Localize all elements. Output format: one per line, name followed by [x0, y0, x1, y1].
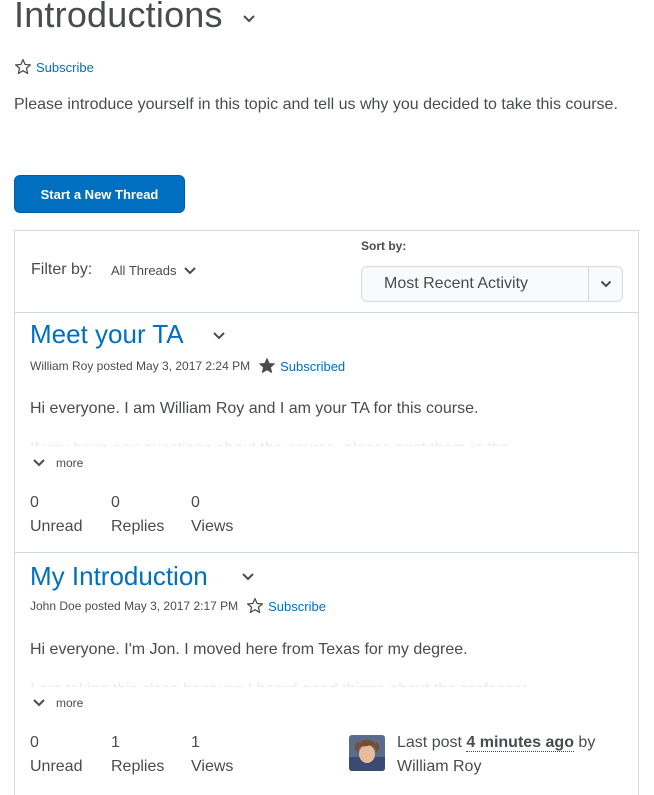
last-post-text: Last post 4 minutes ago by William Roy [397, 731, 595, 779]
stat-value: 1 [111, 734, 120, 751]
stat-label: Unread [30, 758, 83, 775]
stat-value: 0 [30, 494, 39, 511]
last-post-prefix: Last post [397, 734, 462, 751]
more-toggle[interactable]: more [32, 696, 83, 710]
avatar-image [349, 735, 385, 771]
stat-value: 0 [30, 734, 39, 751]
stat-replies: 1 Replies [111, 731, 164, 779]
stat-label: Views [191, 518, 234, 535]
subscribed-link[interactable]: Subscribed [280, 359, 345, 374]
stat-unread: 0 Unread [30, 731, 82, 779]
last-post-time-link[interactable]: 4 minutes ago [466, 734, 574, 752]
filter-value: All Threads [111, 263, 177, 278]
divider [15, 312, 638, 313]
sort-label: Sort by: [361, 239, 407, 253]
topic-description: Please introduce yourself in this topic … [14, 96, 618, 113]
thread-meta: William Roy posted May 3, 2017 2:24 PM S… [30, 357, 345, 375]
thread-author-date: John Doe posted May 3, 2017 2:17 PM [30, 599, 239, 613]
thread-body: Hi everyone. I am William Roy and I am y… [30, 400, 479, 417]
thread-title-link[interactable]: Meet your TA [30, 319, 184, 350]
more-label: more [56, 456, 84, 470]
last-post-info: Last post 4 minutes ago by William Roy [349, 731, 595, 779]
thread-author-date: William Roy posted May 3, 2017 2:24 PM [30, 359, 251, 373]
thread-title-link[interactable]: My Introduction [30, 561, 208, 592]
stat-unread: 0 Unread [30, 491, 82, 539]
sort-value: Most Recent Activity [384, 275, 529, 292]
chevron-down-icon [33, 459, 45, 467]
last-post-author: William Roy [397, 758, 482, 775]
stat-value: 1 [191, 734, 200, 751]
subscribe-link[interactable]: Subscribe [268, 599, 326, 614]
star-filled-icon[interactable] [258, 357, 276, 375]
stat-value: 0 [111, 494, 120, 511]
stat-value: 0 [191, 494, 200, 511]
filter-label: Filter by: [31, 261, 93, 278]
subscribe-link[interactable]: Subscribe [14, 58, 94, 76]
chevron-down-icon[interactable] [242, 12, 256, 26]
subscribe-label[interactable]: Subscribe [36, 60, 94, 75]
start-new-thread-button[interactable]: Start a New Thread [14, 175, 185, 213]
thread-meta: John Doe posted May 3, 2017 2:17 PM Subs… [30, 597, 326, 615]
stat-replies: 0 Replies [111, 491, 164, 539]
divider [15, 552, 638, 553]
stat-views: 1 Views [191, 731, 233, 779]
chevron-down-icon[interactable] [241, 570, 255, 584]
stat-label: Replies [111, 758, 165, 775]
page-title: Introductions [14, 0, 223, 35]
last-post-by: by [578, 734, 596, 751]
chevron-down-icon [183, 266, 196, 274]
stat-label: Unread [30, 518, 83, 535]
more-toggle[interactable]: more [32, 456, 83, 470]
sort-toggle[interactable] [588, 267, 622, 301]
chevron-down-icon[interactable] [212, 329, 226, 343]
filter-dropdown[interactable]: All Threads [111, 263, 197, 278]
stat-label: Replies [111, 518, 165, 535]
stat-label: Views [191, 758, 234, 775]
stat-views: 0 Views [191, 491, 233, 539]
more-label: more [56, 696, 84, 710]
thread-list-panel: Filter by: All Threads Sort by: Most Rec… [14, 230, 639, 795]
chevron-down-icon [600, 280, 611, 288]
chevron-down-icon [33, 699, 45, 707]
sort-select[interactable]: Most Recent Activity [361, 266, 623, 302]
thread-preview: If you have any questions about the cour… [30, 434, 590, 446]
star-outline-icon[interactable] [246, 597, 264, 615]
thread-body: Hi everyone. I'm Jon. I moved here from … [30, 641, 468, 658]
star-outline-icon [14, 58, 32, 75]
avatar[interactable] [349, 735, 385, 771]
thread-preview: I am taking this class because I heard g… [30, 675, 590, 687]
